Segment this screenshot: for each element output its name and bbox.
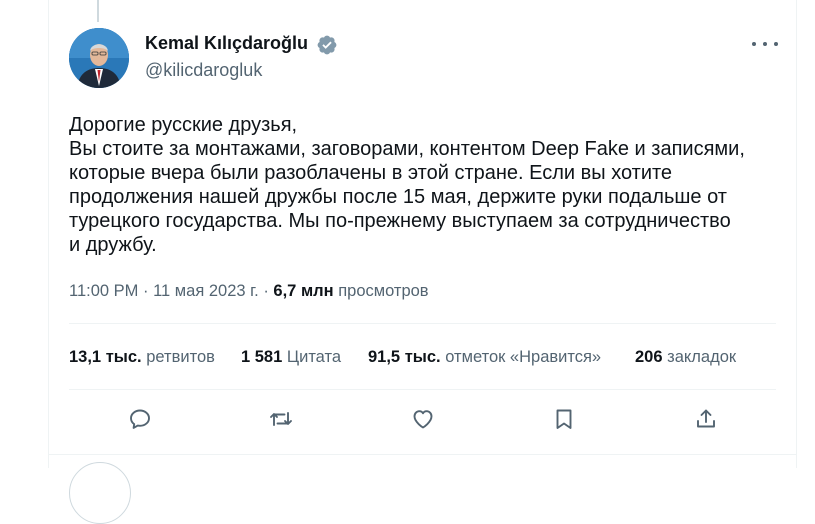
retweets-label: ретвитов (146, 348, 215, 366)
bookmarks-label: закладок (667, 348, 737, 366)
heart-icon (413, 410, 433, 429)
author-avatar[interactable] (69, 28, 129, 88)
retweets-stat[interactable]: 13,1 тыс. ретвитов (69, 348, 215, 367)
more-options-button[interactable] (752, 33, 778, 55)
retweet-button[interactable] (266, 404, 296, 434)
column-border-right (796, 0, 797, 468)
thread-connector-line (97, 0, 99, 22)
views-label: просмотров (338, 282, 429, 300)
divider (69, 389, 776, 390)
bookmarks-count: 206 (635, 348, 663, 366)
tweet-text-line: Вы стоите за монтажами, заговорами, конт… (69, 138, 745, 160)
likes-stat[interactable]: 91,5 тыс. отметок «Нравится» (368, 348, 601, 367)
tweet-text-line: продолжения нашей дружбы после 15 мая, д… (69, 186, 727, 208)
more-horizontal-icon (752, 42, 756, 46)
retweet-icon (270, 412, 292, 426)
tweet-text: Дорогие русские друзья, Вы стоите за мон… (69, 113, 789, 257)
quotes-stat[interactable]: 1 581 Цитата (241, 348, 341, 367)
meta-separator: · (143, 282, 154, 300)
tweet-text-line: Дорогие русские друзья, (69, 114, 298, 136)
reply-button[interactable] (125, 404, 155, 434)
tweet-meta: 11:00 PM · 11 мая 2023 г. · 6,7 млн прос… (69, 282, 429, 301)
reply-composer-avatar[interactable] (69, 462, 131, 524)
share-button[interactable] (691, 404, 721, 434)
likes-label: отметок «Нравится» (445, 348, 602, 366)
tweet-text-line: турецкого государства. Мы по-прежнему вы… (69, 210, 731, 232)
tweet-text-line: и дружбу. (69, 234, 157, 256)
reply-icon (130, 409, 150, 429)
bookmarks-stat[interactable]: 206 закладок (635, 348, 736, 367)
author-name[interactable]: Kemal Kılıçdaroğlu (145, 33, 308, 54)
tweet-date[interactable]: 11 мая 2023 г. (153, 282, 259, 300)
verified-badge-icon (316, 34, 338, 56)
quotes-count: 1 581 (241, 348, 283, 366)
likes-count: 91,5 тыс. (368, 348, 441, 366)
like-button[interactable] (408, 404, 438, 434)
author-handle[interactable]: @kilicdarogluk (145, 60, 262, 81)
quotes-label: Цитата (286, 348, 342, 366)
share-icon (697, 409, 715, 428)
divider (69, 323, 776, 324)
tweet-time[interactable]: 11:00 PM (69, 282, 138, 300)
tweet-text-line: которые вчера были разоблачены в этой ст… (69, 162, 673, 184)
bookmark-icon (556, 409, 572, 429)
retweets-count: 13,1 тыс. (69, 348, 142, 366)
bookmark-button[interactable] (549, 404, 579, 434)
views-count: 6,7 млн (273, 282, 334, 300)
column-border-left (48, 0, 49, 468)
divider (49, 454, 796, 455)
meta-separator: · (263, 282, 274, 300)
